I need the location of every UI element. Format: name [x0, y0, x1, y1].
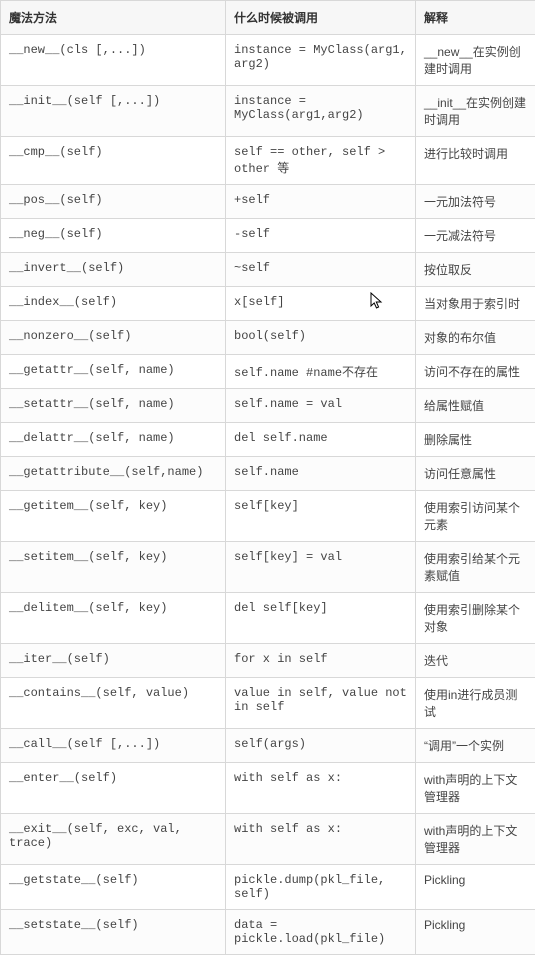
- cell-explain: 访问任意属性: [416, 457, 535, 491]
- table-row: __invert__(self)~self按位取反: [1, 253, 535, 287]
- cell-when: del self[key]: [226, 593, 416, 644]
- cell-method: __cmp__(self): [1, 137, 226, 185]
- cell-explain: 使用索引给某个元素赋值: [416, 542, 535, 593]
- cell-method: __getitem__(self, key): [1, 491, 226, 542]
- cell-method: __new__(cls [,...]): [1, 35, 226, 86]
- cell-explain: 对象的布尔值: [416, 321, 535, 355]
- cell-when: -self: [226, 219, 416, 253]
- cell-method: __setstate__(self): [1, 910, 226, 955]
- table-row: __neg__(self)-self一元减法符号: [1, 219, 535, 253]
- cell-when: self(args): [226, 729, 416, 763]
- cell-method: __contains__(self, value): [1, 678, 226, 729]
- table-row: __getattr__(self, name)self.name #name不存…: [1, 355, 535, 389]
- table-row: __iter__(self)for x in self迭代: [1, 644, 535, 678]
- cell-when: with self as x:: [226, 814, 416, 865]
- cell-method: __exit__(self, exc, val, trace): [1, 814, 226, 865]
- cell-method: __delitem__(self, key): [1, 593, 226, 644]
- cell-when: instance = MyClass(arg1, arg2): [226, 35, 416, 86]
- table-row: __delattr__(self, name)del self.name删除属性: [1, 423, 535, 457]
- table-row: __setitem__(self, key)self[key] = val使用索…: [1, 542, 535, 593]
- cell-method: __neg__(self): [1, 219, 226, 253]
- cell-explain: “调用”一个实例: [416, 729, 535, 763]
- table-row: __enter__(self)with self as x:with声明的上下文…: [1, 763, 535, 814]
- cell-when: value in self, value not in self: [226, 678, 416, 729]
- cell-when: pickle.dump(pkl_file, self): [226, 865, 416, 910]
- cell-when: ~self: [226, 253, 416, 287]
- table-row: __new__(cls [,...])instance = MyClass(ar…: [1, 35, 535, 86]
- cell-when: for x in self: [226, 644, 416, 678]
- cell-explain: 访问不存在的属性: [416, 355, 535, 389]
- header-when: 什么时候被调用: [226, 1, 416, 35]
- cell-method: __getstate__(self): [1, 865, 226, 910]
- cell-explain: __init__在实例创建时调用: [416, 86, 535, 137]
- cell-explain: 迭代: [416, 644, 535, 678]
- cell-explain: 给属性赋值: [416, 389, 535, 423]
- table-body: __new__(cls [,...])instance = MyClass(ar…: [1, 35, 535, 955]
- header-explain: 解释: [416, 1, 535, 35]
- cell-explain: 使用索引删除某个对象: [416, 593, 535, 644]
- cell-when: self.name #name不存在: [226, 355, 416, 389]
- table-row: __nonzero__(self)bool(self)对象的布尔值: [1, 321, 535, 355]
- cell-when: del self.name: [226, 423, 416, 457]
- table-row: __contains__(self, value)value in self, …: [1, 678, 535, 729]
- cell-method: __iter__(self): [1, 644, 226, 678]
- cell-when: +self: [226, 185, 416, 219]
- table-row: __exit__(self, exc, val, trace)with self…: [1, 814, 535, 865]
- table-row: __getitem__(self, key)self[key]使用索引访问某个元…: [1, 491, 535, 542]
- cell-method: __getattribute__(self,name): [1, 457, 226, 491]
- cell-explain: 使用in进行成员测试: [416, 678, 535, 729]
- magic-methods-table: 魔法方法 什么时候被调用 解释 __new__(cls [,...])insta…: [0, 0, 535, 955]
- cell-method: __delattr__(self, name): [1, 423, 226, 457]
- table-row: __setattr__(self, name)self.name = val给属…: [1, 389, 535, 423]
- table-row: __getattribute__(self,name)self.name访问任意…: [1, 457, 535, 491]
- header-row: 魔法方法 什么时候被调用 解释: [1, 1, 535, 35]
- cell-explain: 一元加法符号: [416, 185, 535, 219]
- cell-explain: 按位取反: [416, 253, 535, 287]
- cell-method: __setattr__(self, name): [1, 389, 226, 423]
- cell-explain: 使用索引访问某个元素: [416, 491, 535, 542]
- cell-explain: Pickling: [416, 910, 535, 955]
- cell-explain: 当对象用于索引时: [416, 287, 535, 321]
- cell-method: __call__(self [,...]): [1, 729, 226, 763]
- cell-when: data = pickle.load(pkl_file): [226, 910, 416, 955]
- cell-explain: __new__在实例创建时调用: [416, 35, 535, 86]
- cell-method: __nonzero__(self): [1, 321, 226, 355]
- cell-when: self == other, self > other 等: [226, 137, 416, 185]
- cell-when: bool(self): [226, 321, 416, 355]
- table-row: __getstate__(self)pickle.dump(pkl_file, …: [1, 865, 535, 910]
- cell-explain: Pickling: [416, 865, 535, 910]
- cell-when: instance = MyClass(arg1,arg2): [226, 86, 416, 137]
- cell-method: __setitem__(self, key): [1, 542, 226, 593]
- table-row: __init__(self [,...])instance = MyClass(…: [1, 86, 535, 137]
- cell-when: self[key] = val: [226, 542, 416, 593]
- header-method: 魔法方法: [1, 1, 226, 35]
- cell-explain: with声明的上下文管理器: [416, 814, 535, 865]
- table-row: __setstate__(self)data = pickle.load(pkl…: [1, 910, 535, 955]
- cell-method: __getattr__(self, name): [1, 355, 226, 389]
- cell-when: x[self]: [226, 287, 416, 321]
- cell-method: __index__(self): [1, 287, 226, 321]
- cell-explain: 一元减法符号: [416, 219, 535, 253]
- cell-when: self.name = val: [226, 389, 416, 423]
- cell-method: __invert__(self): [1, 253, 226, 287]
- table-row: __cmp__(self)self == other, self > other…: [1, 137, 535, 185]
- cell-explain: with声明的上下文管理器: [416, 763, 535, 814]
- table-row: __index__(self)x[self]当对象用于索引时: [1, 287, 535, 321]
- cell-method: __pos__(self): [1, 185, 226, 219]
- cell-when: self.name: [226, 457, 416, 491]
- cell-explain: 进行比较时调用: [416, 137, 535, 185]
- cell-when: self[key]: [226, 491, 416, 542]
- cell-explain: 删除属性: [416, 423, 535, 457]
- table-row: __delitem__(self, key)del self[key]使用索引删…: [1, 593, 535, 644]
- table-row: __call__(self [,...])self(args)“调用”一个实例: [1, 729, 535, 763]
- cell-method: __enter__(self): [1, 763, 226, 814]
- cell-when: with self as x:: [226, 763, 416, 814]
- table-row: __pos__(self)+self一元加法符号: [1, 185, 535, 219]
- cell-method: __init__(self [,...]): [1, 86, 226, 137]
